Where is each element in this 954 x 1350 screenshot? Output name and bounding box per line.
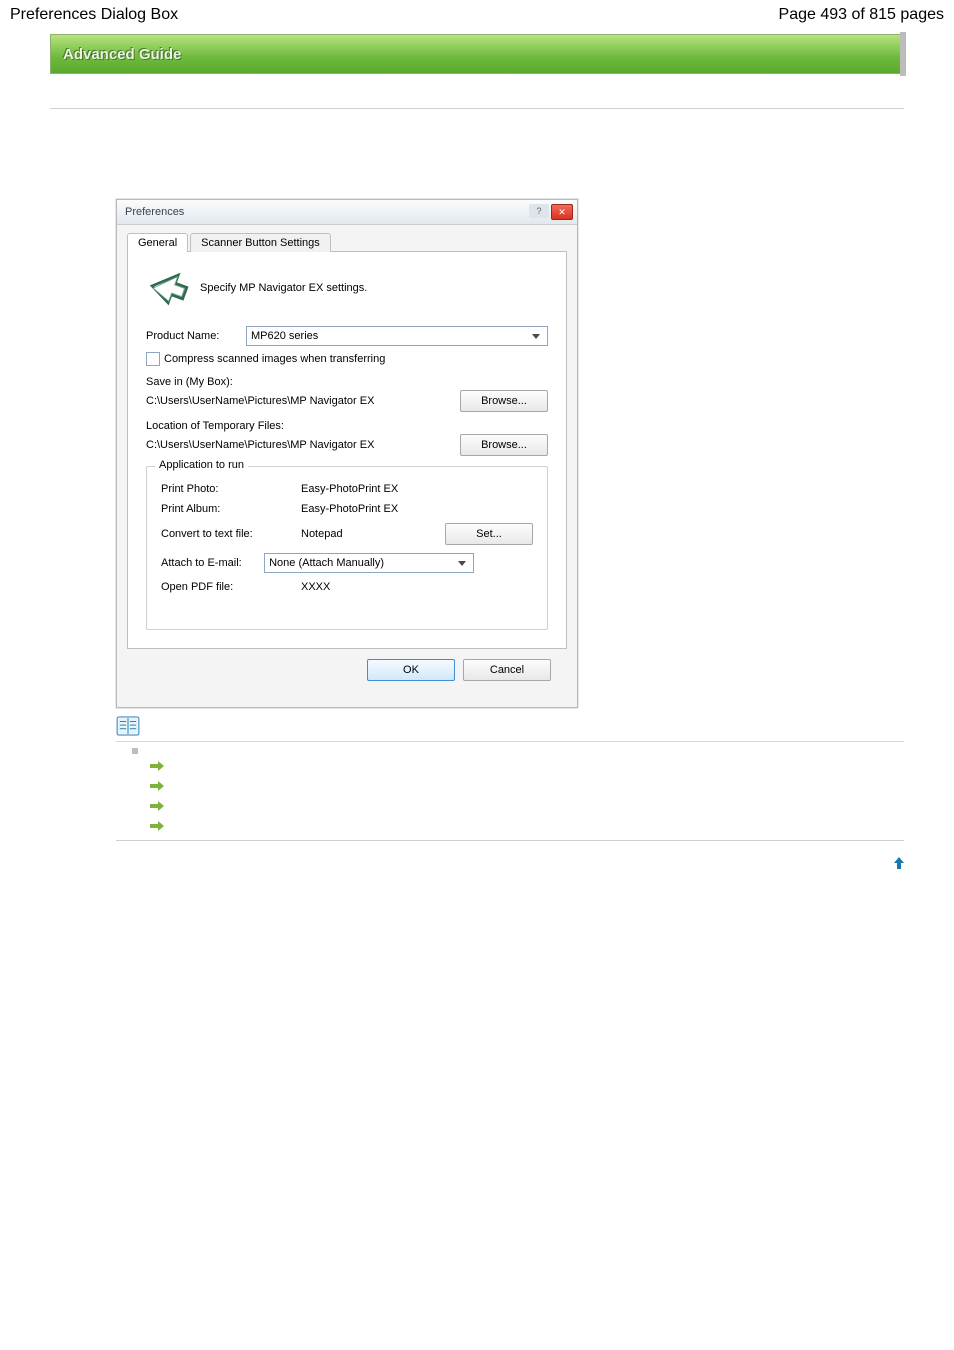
application-group: Application to run Print Photo: Easy-Pho… [146, 466, 548, 630]
app-row-label: Attach to E-mail: [161, 557, 264, 569]
right-arrow-icon [150, 820, 954, 834]
temp-files-path: C:\Users\UserName\Pictures\MP Navigator … [146, 437, 446, 453]
app-row-value: Easy-PhotoPrint EX [301, 483, 453, 495]
attach-email-select[interactable]: None (Attach Manually) [264, 553, 474, 573]
save-in-path: C:\Users\UserName\Pictures\MP Navigator … [146, 393, 446, 409]
save-in-label: Save in (My Box): [146, 376, 548, 388]
guide-banner: Advanced Guide [50, 34, 904, 74]
application-legend: Application to run [155, 459, 248, 471]
page-top-link[interactable] [894, 857, 904, 872]
app-row-label: Convert to text file: [161, 528, 301, 540]
app-row-label: Open PDF file: [161, 581, 301, 593]
dialog-title: Preferences [125, 206, 184, 218]
page-title: Preferences Dialog Box [10, 6, 178, 24]
checkbox-icon [146, 352, 160, 366]
chevron-down-icon [455, 556, 469, 570]
window-close-icon[interactable]: ✕ [551, 204, 573, 220]
dialog-intro-text: Specify MP Navigator EX settings. [200, 282, 367, 294]
app-row-label: Print Photo: [161, 483, 301, 495]
page-counter: Page 493 of 815 pages [779, 6, 944, 24]
compress-label: Compress scanned images when transferrin… [164, 353, 385, 365]
manual-icon [116, 716, 954, 739]
tab-scanner-button-settings[interactable]: Scanner Button Settings [190, 233, 331, 252]
right-arrow-icon [150, 800, 954, 814]
app-row-value: Notepad [301, 528, 453, 540]
product-name-value: MP620 series [251, 330, 318, 342]
right-arrow-icon [150, 760, 954, 774]
browse-temp-button[interactable]: Browse... [460, 434, 548, 456]
up-arrow-icon [894, 857, 904, 872]
scan-arrow-icon [146, 266, 190, 310]
chevron-down-icon [529, 329, 543, 343]
page-header: Preferences Dialog Box Page 493 of 815 p… [0, 0, 954, 28]
app-row-label: Print Album: [161, 503, 301, 515]
product-name-select[interactable]: MP620 series [246, 326, 548, 346]
cancel-button[interactable]: Cancel [463, 659, 551, 681]
ok-button[interactable]: OK [367, 659, 455, 681]
attach-email-value: None (Attach Manually) [269, 557, 384, 569]
compress-checkbox[interactable]: Compress scanned images when transferrin… [146, 352, 548, 366]
app-row-value: Easy-PhotoPrint EX [301, 503, 453, 515]
product-name-label: Product Name: [146, 330, 246, 342]
browse-save-button[interactable]: Browse... [460, 390, 548, 412]
dialog-titlebar: Preferences ? ✕ [117, 200, 577, 225]
tab-general[interactable]: General [127, 233, 188, 252]
app-row-value: XXXX [301, 581, 453, 593]
guide-banner-text: Advanced Guide [63, 46, 181, 63]
bullet-marker [132, 748, 954, 754]
window-help-icon[interactable]: ? [529, 204, 549, 218]
preferences-dialog: Preferences ? ✕ General Scanner Button S… [116, 199, 578, 708]
temp-files-label: Location of Temporary Files: [146, 420, 548, 432]
right-arrow-icon [150, 780, 954, 794]
set-button[interactable]: Set... [445, 523, 533, 545]
